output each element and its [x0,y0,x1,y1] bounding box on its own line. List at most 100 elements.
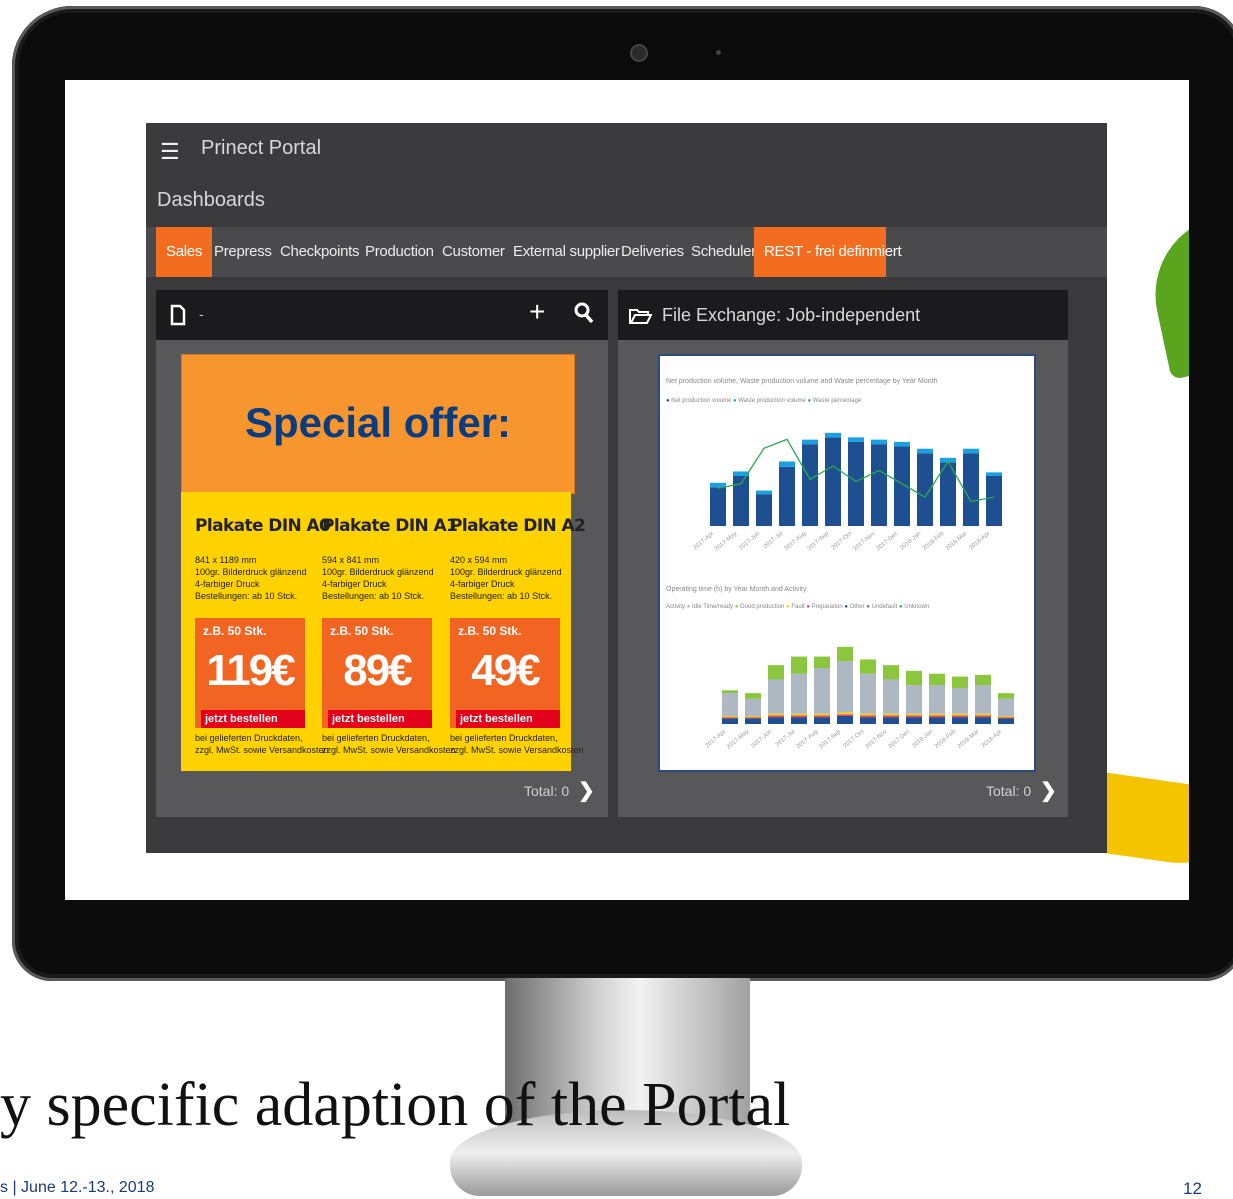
bar-net-2017-Apr [710,487,726,526]
chevron-right-icon[interactable]: ❯ [578,778,595,803]
bar-other-2017-Sep [837,716,853,724]
bar-good-production-2017-Aug [814,656,830,668]
x-tick-label: 2017-Jul [763,531,784,550]
tab-customer[interactable]: Customer [442,227,505,277]
poster-a0-order-button[interactable]: jetzt bestellen [201,710,305,728]
bar-preparation-2017-Aug [814,715,830,718]
bar-idle-time-ready-2018-Apr [998,698,1014,716]
add-icon[interactable]: + [529,296,545,328]
tab-checkpoints[interactable]: Checkpoints [280,227,360,277]
chart2-legend-undefault: Undefault [871,604,898,610]
x-tick-label: 2017-Apr [705,729,728,749]
bar-net-2017-Jun [756,494,772,526]
poster-a0: Plakate DIN A0 841 x 1189 mm 100gr. Bild… [181,492,331,771]
poster-a2-order-button[interactable]: jetzt bestellen [456,710,560,728]
offer-total: Total: 0 [524,783,570,799]
bar-idle-time-ready-2017-Sep [837,661,853,713]
x-tick-label: 2018-Mar [957,729,981,750]
folder-open-icon [629,309,652,324]
bar-other-2018-Mar [975,717,991,724]
chart2-legend-prep: Preparation [811,604,843,610]
chart2-legend-other: Other [849,604,865,610]
bar-idle-time-ready-2017-Nov [883,679,899,714]
bar-net-2017-Dec [894,446,910,526]
bar-idle-time-ready-2017-Jul [791,673,807,714]
app-header: ☰ Prinect Portal Dashboards [146,123,1107,227]
bar-good-production-2017-Nov [883,665,899,680]
file-exchange-body: Net production volume, Waste production … [618,340,1068,817]
bar-fault-2017-Dec [906,713,922,716]
bar-waste-2017-Jul [779,461,795,467]
tab-rest-frei-definiert[interactable]: REST - frei definmiert [754,227,902,277]
chart2-legend-fault: Fault [791,604,805,610]
bar-idle-time-ready-2017-May [745,698,761,716]
poster-a1-specs: 594 x 841 mm 100gr. Bilderdruck glänzend… [322,555,434,601]
bar-fault-2017-Apr [722,716,738,718]
bar-fault-2017-Nov [883,713,899,716]
bar-fault-2017-Sep [837,712,853,715]
search-icon[interactable] [574,302,596,326]
offer-panel-body: Special offer: Plakate DIN A0 841 x 1189… [156,340,608,817]
chevron-right-icon[interactable]: ❯ [1040,778,1057,803]
sensor-dot [716,50,721,55]
bar-waste-2017-Nov [871,439,887,445]
poster-a0-pricebox: z.B. 50 Stk. 119€ jetzt bestellen [195,618,305,728]
poster-a2-price: 49€ [471,646,540,695]
poster-a1-pricebox: z.B. 50 Stk. 89€ jetzt bestellen [322,618,432,728]
camera-icon [630,44,648,62]
bar-idle-time-ready-2018-Jan [929,685,945,714]
bar-waste-2018-Apr [986,472,1002,476]
bar-waste-2018-Mar [963,448,979,454]
x-tick-label: 2018-Jan [899,531,922,552]
bar-idle-time-ready-2017-Oct [860,673,876,714]
tab-scheduler[interactable]: Scheduler [691,227,756,277]
offer-panel-title: - [199,306,204,322]
x-tick-label: 2018-Apr [981,729,1004,749]
chart2-legend-idle: Idle Time/ready [691,604,734,610]
bar-fault-2018-Mar [975,713,991,716]
bar-good-production-2018-Jan [929,673,945,686]
bar-preparation-2018-Feb [952,715,968,718]
x-tick-label: 2017-Jun [750,729,773,750]
file-exchange-title: File Exchange: Job-independent [662,305,921,325]
chart1-legend-waste: Waste production volume [738,398,806,404]
tab-prepress[interactable]: Prepress [214,227,272,277]
bar-preparation-2017-May [745,717,761,719]
document-icon [170,304,186,326]
poster-a2-name: Plakate DIN A2 [450,516,586,536]
chart1-production-volume: 2017-Apr2017-May 2017-Jun 2017-Jul 2017-Aug… [693,432,1002,553]
bar-preparation-2018-Mar [975,715,991,718]
bar-net-2018-Apr [986,476,1002,526]
bar-other-2017-Aug [814,717,830,724]
tab-sales[interactable]: Sales [156,227,213,277]
offer-panel-header: - + [156,290,608,340]
bar-other-2017-Dec [906,717,922,724]
x-tick-label: 2018-Mar [945,531,969,552]
x-tick-label: 2018-Feb [922,531,946,553]
x-tick-label: 2018-Feb [934,729,958,751]
menu-icon[interactable]: ☰ [160,139,180,165]
tab-deliveries[interactable]: Deliveries [621,227,684,277]
bar-waste-2017-Oct [848,437,864,442]
bar-idle-time-ready-2017-Dec [906,685,922,714]
poster-a1-order-button[interactable]: jetzt bestellen [328,710,432,728]
bar-preparation-2018-Apr [998,717,1014,719]
bar-preparation-2017-Dec [906,715,922,718]
x-tick-label: 2017-Apr [693,531,716,551]
x-tick-label: 2017-Nov [852,531,876,552]
tab-production[interactable]: Production [365,227,434,277]
bar-other-2017-Jun [768,717,784,724]
chart2-legend-label: Activity [666,604,686,610]
x-tick-label: 2017-Jul [775,729,796,748]
slide-title: y specific adaption of the Portal [0,1071,791,1139]
bar-other-2018-Apr [998,718,1014,724]
file-exchange-header: File Exchange: Job-independent [618,290,1068,340]
poster-price-list: Plakate DIN A0 841 x 1189 mm 100gr. Bild… [181,492,586,771]
chart1-title: Net production volume, Waste production … [666,378,938,385]
bar-net-2017-Nov [871,444,887,526]
poster-a1-qty: z.B. 50 Stk. [330,624,394,638]
bar-idle-time-ready-2017-Apr [722,693,738,716]
tab-external-supplier[interactable]: External supplier [513,227,620,277]
bar-fault-2018-Feb [952,713,968,716]
app-title: Prinect Portal [201,137,322,159]
